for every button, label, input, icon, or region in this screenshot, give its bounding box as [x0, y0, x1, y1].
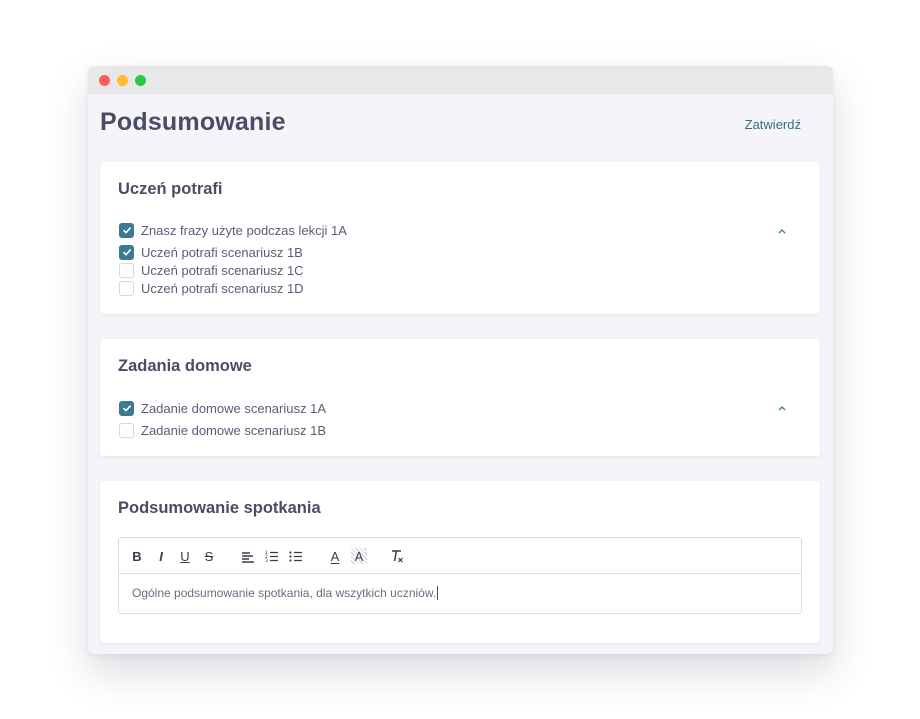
ordered-list-button[interactable]: 1 2 3 — [264, 548, 280, 564]
maximize-window-button[interactable] — [135, 75, 146, 86]
skills-list: Znasz frazy użyte podczas lekcji 1A Ucze… — [119, 221, 347, 297]
summary-card-title: Podsumowanie spotkania — [118, 499, 321, 517]
background-color-button[interactable]: A — [351, 548, 367, 564]
skills-item-1[interactable]: Znasz frazy użyte podczas lekcji 1A — [119, 221, 347, 239]
summary-text[interactable]: Ogólne podsumowanie spotkania, dla wszyt… — [132, 586, 439, 600]
skills-item-4-checkbox[interactable] — [119, 280, 134, 296]
close-window-button[interactable] — [99, 75, 110, 86]
homework-item-2-checkbox[interactable] — [119, 422, 134, 438]
page-title: Podsumowanie — [100, 108, 286, 136]
check-icon — [122, 405, 131, 412]
homework-item-1[interactable]: Zadanie domowe scenariusz 1A — [119, 399, 326, 417]
skills-item-3[interactable]: Uczeń potrafi scenariusz 1C — [119, 261, 347, 279]
skills-item-3-label: Uczeń potrafi scenariusz 1C — [141, 262, 304, 278]
chevron-up-icon — [778, 229, 786, 234]
italic-button[interactable]: I — [153, 548, 169, 564]
app-window: Podsumowanie Zatwierdź Uczeń potrafi Zna… — [88, 66, 833, 654]
homework-item-1-checkbox[interactable] — [119, 400, 134, 416]
clear-formatting-button[interactable] — [389, 548, 405, 564]
check-icon — [122, 249, 131, 256]
skills-item-1-label: Znasz frazy użyte podczas lekcji 1A — [141, 222, 347, 238]
chevron-up-icon — [778, 406, 786, 411]
skills-item-1-checkbox[interactable] — [119, 222, 134, 238]
skills-item-3-checkbox[interactable] — [119, 262, 134, 278]
skills-item-2[interactable]: Uczeń potrafi scenariusz 1B — [119, 243, 347, 261]
skills-item-4[interactable]: Uczeń potrafi scenariusz 1D — [119, 279, 347, 297]
strikethrough-button[interactable]: S — [201, 548, 217, 564]
skills-collapse-toggle[interactable] — [776, 226, 788, 236]
homework-card-title: Zadania domowe — [118, 357, 252, 375]
homework-collapse-toggle[interactable] — [776, 403, 788, 413]
homework-item-2[interactable]: Zadanie domowe scenariusz 1B — [119, 421, 326, 439]
summary-editor[interactable]: B I U S 1 2 3 A A Ogólne podsumowanie sp… — [118, 537, 802, 614]
skills-item-2-checkbox[interactable] — [119, 244, 134, 260]
ordered-list-icon: 1 2 3 — [265, 550, 278, 563]
skills-card-title: Uczeń potrafi — [118, 180, 223, 198]
align-left-button[interactable] — [240, 548, 256, 564]
font-color-button[interactable]: A — [327, 548, 343, 564]
check-icon — [122, 227, 131, 234]
bullet-list-icon — [289, 551, 302, 562]
text-caret — [437, 586, 439, 600]
homework-item-2-label: Zadanie domowe scenariusz 1B — [141, 422, 326, 438]
bold-button[interactable]: B — [129, 548, 145, 564]
clear-formatting-icon — [392, 550, 403, 563]
window-titlebar — [88, 66, 833, 94]
minimize-window-button[interactable] — [117, 75, 128, 86]
svg-text:3: 3 — [265, 558, 268, 563]
homework-card: Zadania domowe Zadanie domowe scenariusz… — [100, 339, 820, 456]
align-left-icon — [242, 552, 254, 563]
summary-text-content: Ogólne podsumowanie spotkania, dla wszyt… — [132, 586, 437, 600]
underline-button[interactable]: U — [177, 548, 193, 564]
homework-list: Zadanie domowe scenariusz 1A Zadanie dom… — [119, 399, 326, 439]
skills-item-4-label: Uczeń potrafi scenariusz 1D — [141, 280, 304, 296]
summary-card: Podsumowanie spotkania B I U S 1 2 3 A A… — [100, 481, 820, 643]
skills-card: Uczeń potrafi Znasz frazy użyte podczas … — [100, 162, 820, 314]
bullet-list-button[interactable] — [288, 548, 304, 564]
homework-item-1-label: Zadanie domowe scenariusz 1A — [141, 400, 326, 416]
editor-toolbar: B I U S 1 2 3 A A — [119, 538, 801, 574]
confirm-button[interactable]: Zatwierdź — [745, 117, 801, 132]
skills-item-2-label: Uczeń potrafi scenariusz 1B — [141, 244, 303, 260]
